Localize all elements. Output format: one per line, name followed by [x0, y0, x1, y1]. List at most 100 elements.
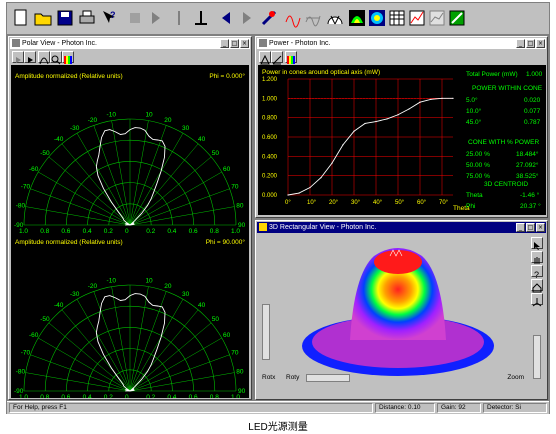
- polar-plot-top: -10 10 -20 20 -30 30 -40 40 -50 50 -60 60 -70 70 -80 80…: [14, 112, 246, 235]
- total-power-label: Total Power (mW): [466, 71, 518, 78]
- power-data-point: [375, 120, 377, 123]
- window-icon: [259, 39, 267, 47]
- measure-tool-icon[interactable]: [259, 7, 279, 29]
- pct-header: CONE WITH % POWER: [468, 139, 540, 146]
- centroid-header: 3D CENTROID: [484, 181, 529, 188]
- within-cone-header: POWER WITHIN CONE: [472, 85, 543, 92]
- curve-icon[interactable]: [38, 51, 50, 65]
- within-cone-key: 5.0°: [466, 97, 478, 104]
- polar-view-icon[interactable]: [325, 7, 345, 29]
- table-icon[interactable]: [387, 7, 407, 29]
- step-back-icon[interactable]: [125, 7, 145, 29]
- pause-icon[interactable]: [169, 7, 189, 29]
- forward-icon[interactable]: [24, 51, 36, 63]
- power-y-tick: 1.200: [262, 77, 278, 83]
- waveform-alt-icon[interactable]: [303, 7, 323, 29]
- status-distance: Distance: 0.10: [375, 403, 435, 413]
- contour-icon[interactable]: [367, 7, 387, 29]
- polar-angle-label: 60: [223, 166, 231, 173]
- open-folder-icon[interactable]: [33, 7, 53, 29]
- polar-angle-label: 40: [198, 136, 206, 143]
- zoom-icon[interactable]: [50, 51, 62, 65]
- 3d-surface-render: [302, 248, 494, 376]
- color-palette-icon[interactable]: [62, 51, 74, 64]
- power-data-point: [298, 192, 300, 194]
- cone-icon[interactable]: [259, 51, 271, 65]
- polar-angle-label: 30: [182, 291, 190, 298]
- pointer-icon[interactable]: [531, 237, 543, 250]
- play-icon[interactable]: [12, 51, 24, 63]
- maximize-button[interactable]: □: [230, 39, 239, 48]
- 3d-surface-icon[interactable]: [347, 7, 367, 29]
- polar-angle-label: 10: [145, 278, 153, 285]
- maximize-button[interactable]: □: [526, 39, 535, 48]
- pct-value: 38.525°: [516, 173, 539, 180]
- help-icon[interactable]: ?: [531, 265, 543, 280]
- power-title: Power - Photon Inc.: [269, 40, 331, 47]
- pct-value: 27.092°: [516, 162, 539, 169]
- close-button[interactable]: ×: [240, 39, 249, 48]
- polar-angle-label: 50: [212, 150, 220, 157]
- 3d-view-titlebar[interactable]: 3D Rectangular View - Photon Inc. _ □ ×: [257, 222, 546, 233]
- print-icon[interactable]: [77, 7, 97, 29]
- minimize-button[interactable]: _: [516, 39, 525, 48]
- waveform-icon[interactable]: [283, 7, 303, 29]
- save-icon[interactable]: [55, 7, 75, 29]
- roty-slider[interactable]: [306, 374, 350, 382]
- polar-view-titlebar[interactable]: Polar View - Photon Inc. _ □ ×: [10, 38, 250, 49]
- within-cone-value: 0.077: [524, 108, 541, 115]
- power-data-point: [430, 98, 432, 100]
- polar-radial-tick: 0: [125, 228, 129, 235]
- export-icon[interactable]: [447, 7, 467, 29]
- polar-radial-tick: 0.8: [210, 394, 219, 398]
- polar-plot-area: -10 10 -20 20 -30 30 -40 40 -50 50 -60 60 -70 70 -80 80…: [11, 65, 249, 401]
- new-file-icon[interactable]: [11, 7, 31, 29]
- within-cone-value: 0.787: [524, 119, 541, 126]
- axes-icon[interactable]: [531, 293, 543, 307]
- polar-radial-tick: 0.6: [189, 228, 198, 235]
- roty-label: Roty: [286, 374, 300, 381]
- within-cone-key: 45.0°: [466, 119, 482, 126]
- status-detector: Detector: Si: [483, 403, 547, 413]
- minimize-button[interactable]: _: [220, 39, 229, 48]
- 3d-surface-area: Rotx Roty Zoom: [258, 234, 528, 387]
- angle-icon[interactable]: [271, 51, 283, 65]
- polar-radial-tick: 0.4: [83, 228, 92, 235]
- power-titlebar[interactable]: Power - Photon Inc. _ □ ×: [257, 38, 546, 49]
- baseline-icon[interactable]: [191, 7, 211, 29]
- polar-angle-label: -80: [16, 369, 26, 376]
- polar-angle-label: -30: [70, 125, 80, 132]
- home-icon[interactable]: [531, 279, 543, 293]
- polar-angle-label: -40: [54, 136, 64, 143]
- app-window: ? Polar View - Photon Inc. _ □ × -10 10 …: [6, 2, 550, 414]
- polar-angle-label: -40: [54, 302, 64, 309]
- polar-angle-label: -30: [70, 291, 80, 298]
- polar-angle-label: -20: [88, 283, 98, 290]
- polar-radial-tick: 0.8: [40, 228, 49, 235]
- compare-chart-icon[interactable]: [427, 7, 447, 29]
- pct-value: 18.484°: [516, 151, 539, 158]
- color-palette-icon[interactable]: [285, 51, 297, 64]
- previous-icon[interactable]: [217, 7, 237, 29]
- close-button[interactable]: ×: [536, 39, 545, 48]
- hand-icon[interactable]: [531, 251, 543, 264]
- close-button[interactable]: ×: [536, 223, 545, 232]
- line-chart-icon[interactable]: [407, 7, 427, 29]
- play-icon[interactable]: [145, 7, 165, 29]
- zoom-slider[interactable]: [533, 335, 541, 379]
- power-x-tick: 70°: [439, 200, 449, 206]
- next-icon[interactable]: [237, 7, 257, 29]
- polar-radial-tick: 0.2: [146, 228, 155, 235]
- minimize-button[interactable]: _: [516, 223, 525, 232]
- polar-angle-label: -10: [107, 112, 117, 119]
- power-x-tick: 40°: [373, 200, 383, 206]
- maximize-button[interactable]: □: [526, 223, 535, 232]
- polar-radial-tick: 0.8: [40, 394, 49, 398]
- 3d-side-toolbar: ?: [529, 235, 545, 385]
- rotx-slider[interactable]: [262, 304, 270, 360]
- within-cone-value: 0.020: [524, 97, 541, 104]
- help-icon[interactable]: ?: [99, 7, 119, 29]
- within-cone-key: 10.0°: [466, 108, 482, 115]
- polar-radial-tick: 0.6: [61, 228, 70, 235]
- centroid-key: Phi: [466, 203, 476, 210]
